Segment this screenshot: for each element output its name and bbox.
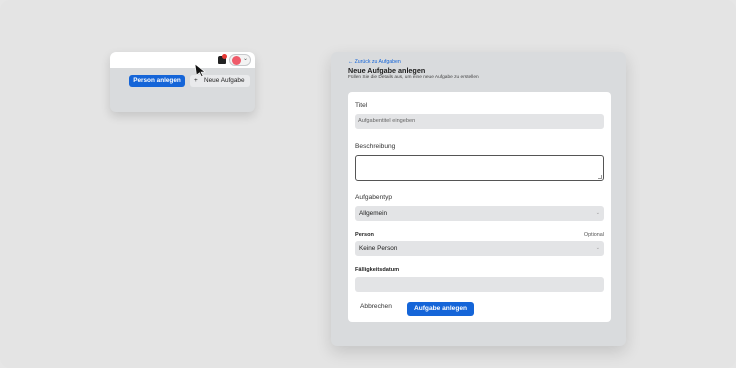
description-textarea[interactable] [355, 155, 604, 181]
new-task-panel: ← Zurück zu Aufgaben Neue Aufgabe anlege… [331, 52, 626, 346]
person-label: Person [355, 232, 374, 238]
chevron-down-icon: ⌄ [243, 56, 249, 62]
chevron-down-icon: ⌄ [595, 245, 600, 251]
cancel-button[interactable]: Abbrechen [360, 303, 392, 310]
type-select[interactable]: Allgemein ⌄ [355, 206, 604, 221]
chevron-down-icon: ⌄ [595, 210, 600, 216]
person-optional-hint: Optional [583, 232, 604, 238]
back-to-tasks-link[interactable]: ← Zurück zu Aufgaben [348, 59, 401, 65]
page-title: Neue Aufgabe anlegen [348, 66, 426, 75]
app-preview-card: ⌄ Person anlegen + Neue Aufgabe [110, 52, 255, 112]
type-select-value: Allgemein [359, 210, 388, 217]
title-label: Titel [355, 102, 368, 109]
add-person-button[interactable]: Person anlegen [129, 75, 185, 87]
task-form: Titel Aufgabentitel eingeben Beschreibun… [348, 92, 611, 322]
mouse-cursor-icon [194, 63, 206, 77]
person-select-value: Keine Person [359, 245, 398, 252]
person-select[interactable]: Keine Person ⌄ [355, 241, 604, 256]
top-bar: ⌄ [110, 52, 255, 68]
due-date-input[interactable] [355, 277, 604, 292]
description-label: Beschreibung [355, 143, 396, 150]
new-task-button-label: Neue Aufgabe [204, 77, 245, 84]
page-subtitle: Füllen Sie die Details aus, um eine neue… [348, 75, 479, 80]
due-date-label: Fälligkeitsdatum [355, 267, 400, 273]
create-task-button[interactable]: Aufgabe anlegen [407, 302, 474, 316]
type-label: Aufgabentyp [355, 194, 393, 201]
notification-badge [222, 54, 227, 59]
avatar [232, 56, 241, 65]
resize-handle-icon[interactable] [598, 175, 602, 179]
user-menu[interactable]: ⌄ [229, 54, 251, 66]
title-input[interactable]: Aufgabentitel eingeben [355, 114, 604, 129]
